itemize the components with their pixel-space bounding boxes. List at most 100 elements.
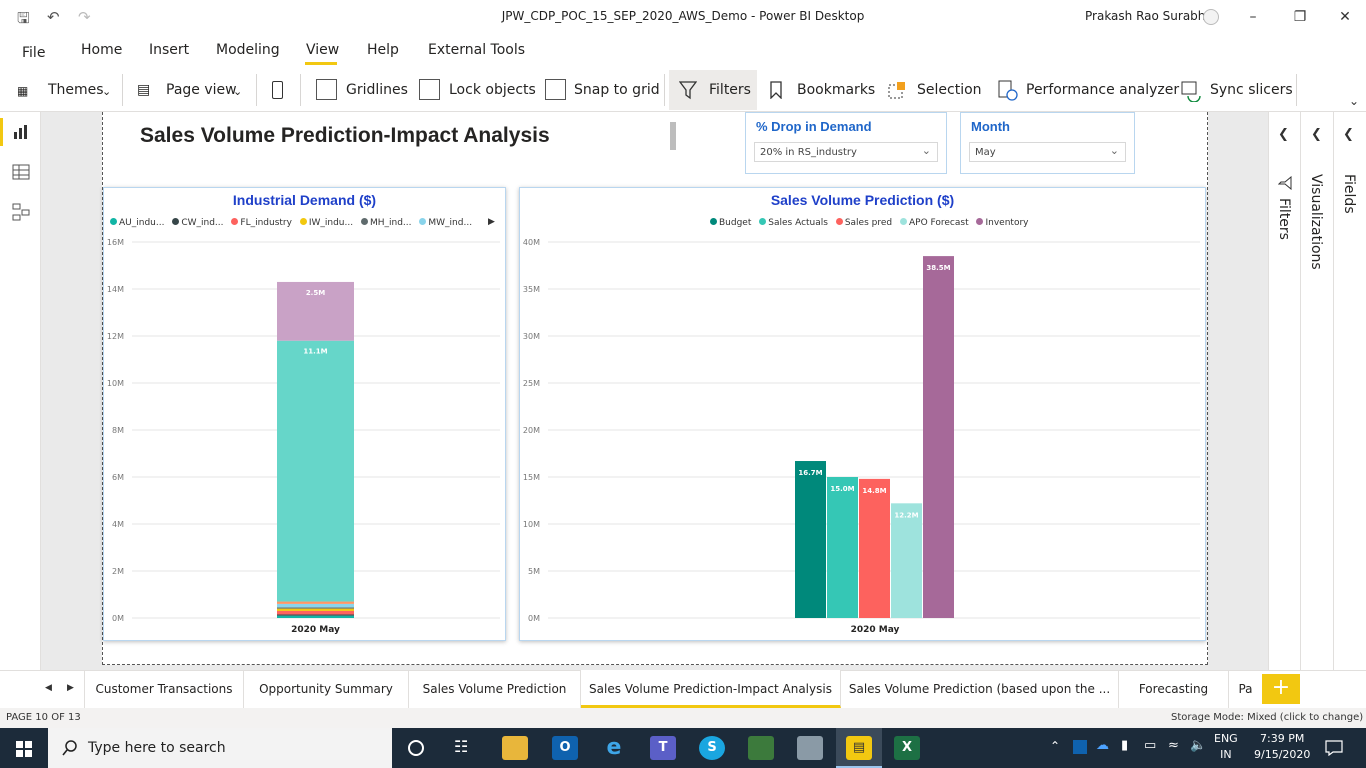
month-slicer[interactable]: Month May ⌄ (960, 112, 1135, 174)
excel-icon[interactable]: X (894, 736, 920, 760)
cortana-icon[interactable] (408, 740, 424, 756)
data-label: 15.0M (830, 485, 854, 493)
gridlines-checkbox[interactable] (316, 79, 337, 100)
data-label: 38.5M (926, 264, 950, 272)
edge-icon[interactable]: e (601, 736, 627, 760)
add-page-button[interactable]: + (1262, 674, 1300, 704)
y-tick-label: 15M (523, 473, 540, 482)
page-view-icon: ▤ (137, 82, 151, 98)
expand-filters-icon[interactable]: ❮ (1278, 127, 1289, 142)
month-dropdown[interactable]: May ⌄ (969, 142, 1126, 162)
y-tick-label: 10M (523, 520, 540, 529)
dropdown-value: May (975, 147, 996, 158)
filters-button[interactable]: Filters (709, 82, 751, 98)
microphone-icon[interactable]: ▮ (1121, 738, 1128, 753)
visualizations-pane-label[interactable]: Visualizations (1308, 174, 1324, 270)
selection-button[interactable]: Selection (917, 82, 982, 98)
filter-icon[interactable] (679, 80, 697, 100)
expand-fields-icon[interactable]: ❮ (1343, 127, 1354, 142)
snap-to-grid-checkbox[interactable] (545, 79, 566, 100)
battery-icon[interactable]: ▭ (1144, 738, 1156, 753)
onedrive-icon[interactable]: ☁ (1096, 738, 1109, 753)
menu-insert[interactable]: Insert (149, 42, 189, 58)
drop-demand-slicer[interactable]: % Drop in Demand 20% in RS_industry ⌄ (745, 112, 947, 174)
chevron-up-icon[interactable]: ⌃ (1050, 739, 1060, 753)
selection-icon[interactable] (888, 81, 908, 101)
teams-icon[interactable]: T (650, 736, 676, 760)
themes-button[interactable]: Themes (48, 82, 104, 98)
performance-analyzer-button[interactable]: Performance analyzer (1026, 82, 1179, 98)
page-tab[interactable]: Sales Volume Prediction (based upon the … (841, 670, 1119, 708)
volume-icon[interactable]: 🔈 (1190, 738, 1206, 753)
bar-segment (277, 610, 354, 615)
chart-plot: 0M 5M 10M 15M 20M 25M 30M 35M 40M 16.7M 15.0M 14.8M… (523, 238, 1200, 635)
page-tab[interactable]: Opportunity Summary (244, 670, 409, 708)
performance-analyzer-icon[interactable] (998, 80, 1018, 102)
menu-view[interactable]: View (306, 42, 339, 58)
search-icon (62, 740, 77, 756)
lock-objects-label[interactable]: Lock objects (449, 82, 536, 98)
fields-pane-label[interactable]: Fields (1341, 174, 1357, 214)
remote-desktop-icon[interactable] (797, 736, 823, 760)
y-tick-label: 5M (528, 567, 540, 576)
bookmark-icon[interactable] (770, 81, 782, 99)
toolbar-separator (1296, 74, 1297, 106)
page-tab-active[interactable]: Sales Volume Prediction-Impact Analysis (581, 670, 841, 708)
page-tab[interactable]: Forecasting (1119, 670, 1229, 708)
menu-modeling[interactable]: Modeling (216, 42, 280, 58)
bookmarks-button[interactable]: Bookmarks (797, 82, 875, 98)
menu-bar (0, 34, 1366, 68)
data-label: 12.2M (894, 511, 918, 519)
wifi-icon[interactable]: ≈ (1168, 738, 1179, 753)
page-view-button[interactable]: Page view (166, 82, 237, 98)
chevron-down-icon[interactable]: ⌄ (233, 85, 242, 98)
sales-volume-prediction-chart[interactable]: Sales Volume Prediction ($) Budget Sales… (519, 187, 1206, 641)
menu-external-tools[interactable]: External Tools (428, 42, 525, 58)
model-view-icon[interactable] (12, 203, 30, 221)
report-view-icon[interactable] (13, 124, 29, 140)
outlook-icon[interactable]: O (552, 736, 578, 760)
snap-to-grid-label[interactable]: Snap to grid (574, 82, 660, 98)
filters-pane-label[interactable]: Filters (1276, 198, 1292, 240)
bar-segment (277, 615, 354, 618)
drop-demand-dropdown[interactable]: 20% in RS_industry ⌄ (754, 142, 938, 162)
scroll-tabs-right-icon[interactable]: ▶ (67, 683, 74, 693)
windows-start-icon[interactable] (16, 741, 32, 757)
avatar[interactable] (1203, 9, 1219, 25)
menu-home[interactable]: Home (81, 42, 122, 58)
user-name[interactable]: Prakash Rao Surabhi (1085, 9, 1209, 23)
page-tab[interactable]: Pa (1229, 670, 1262, 708)
page-tab[interactable]: Sales Volume Prediction (409, 670, 581, 708)
storage-mode[interactable]: Storage Mode: Mixed (click to change) (1171, 712, 1363, 723)
industrial-demand-chart[interactable]: Industrial Demand ($) AU_indu... CW_ind.… (103, 187, 506, 641)
skype-icon[interactable]: S (699, 736, 725, 760)
system-clock[interactable]: 7:39 PM 9/15/2020 (1254, 731, 1310, 763)
file-explorer-icon[interactable] (502, 736, 528, 760)
gridlines-label[interactable]: Gridlines (346, 82, 408, 98)
sync-slicers-button[interactable]: Sync slicers (1210, 82, 1293, 98)
lock-objects-checkbox[interactable] (419, 79, 440, 100)
minimize-button[interactable]: – (1238, 6, 1268, 28)
report-title[interactable]: Sales Volume Prediction-Impact Analysis (140, 124, 550, 148)
menu-help[interactable]: Help (367, 42, 399, 58)
mobile-layout-icon[interactable] (272, 81, 283, 99)
y-tick-label: 30M (523, 332, 540, 341)
scroll-tabs-left-icon[interactable]: ◀ (45, 683, 52, 693)
outlook-tray-icon[interactable] (1073, 740, 1087, 754)
data-label: 14.8M (862, 487, 886, 495)
language-indicator[interactable]: ENG IN (1214, 731, 1238, 763)
power-bi-icon[interactable]: ▤ (846, 736, 872, 760)
bar (859, 478, 890, 618)
close-button[interactable]: ✕ (1330, 6, 1360, 28)
restore-button[interactable]: ❐ (1285, 6, 1315, 28)
expand-visualizations-icon[interactable]: ❮ (1311, 127, 1322, 142)
page-tab[interactable]: Customer Transactions (84, 670, 244, 708)
data-view-icon[interactable] (12, 164, 30, 180)
sync-slicers-icon[interactable] (1180, 80, 1202, 102)
task-view-icon[interactable]: ☷ (454, 737, 468, 756)
collapse-ribbon-icon[interactable]: ⌄ (1349, 94, 1359, 108)
notifications-icon[interactable] (1325, 740, 1343, 756)
menu-file[interactable]: File (22, 45, 45, 61)
notepad-icon[interactable] (748, 736, 774, 760)
chevron-down-icon[interactable]: ⌄ (102, 85, 111, 98)
